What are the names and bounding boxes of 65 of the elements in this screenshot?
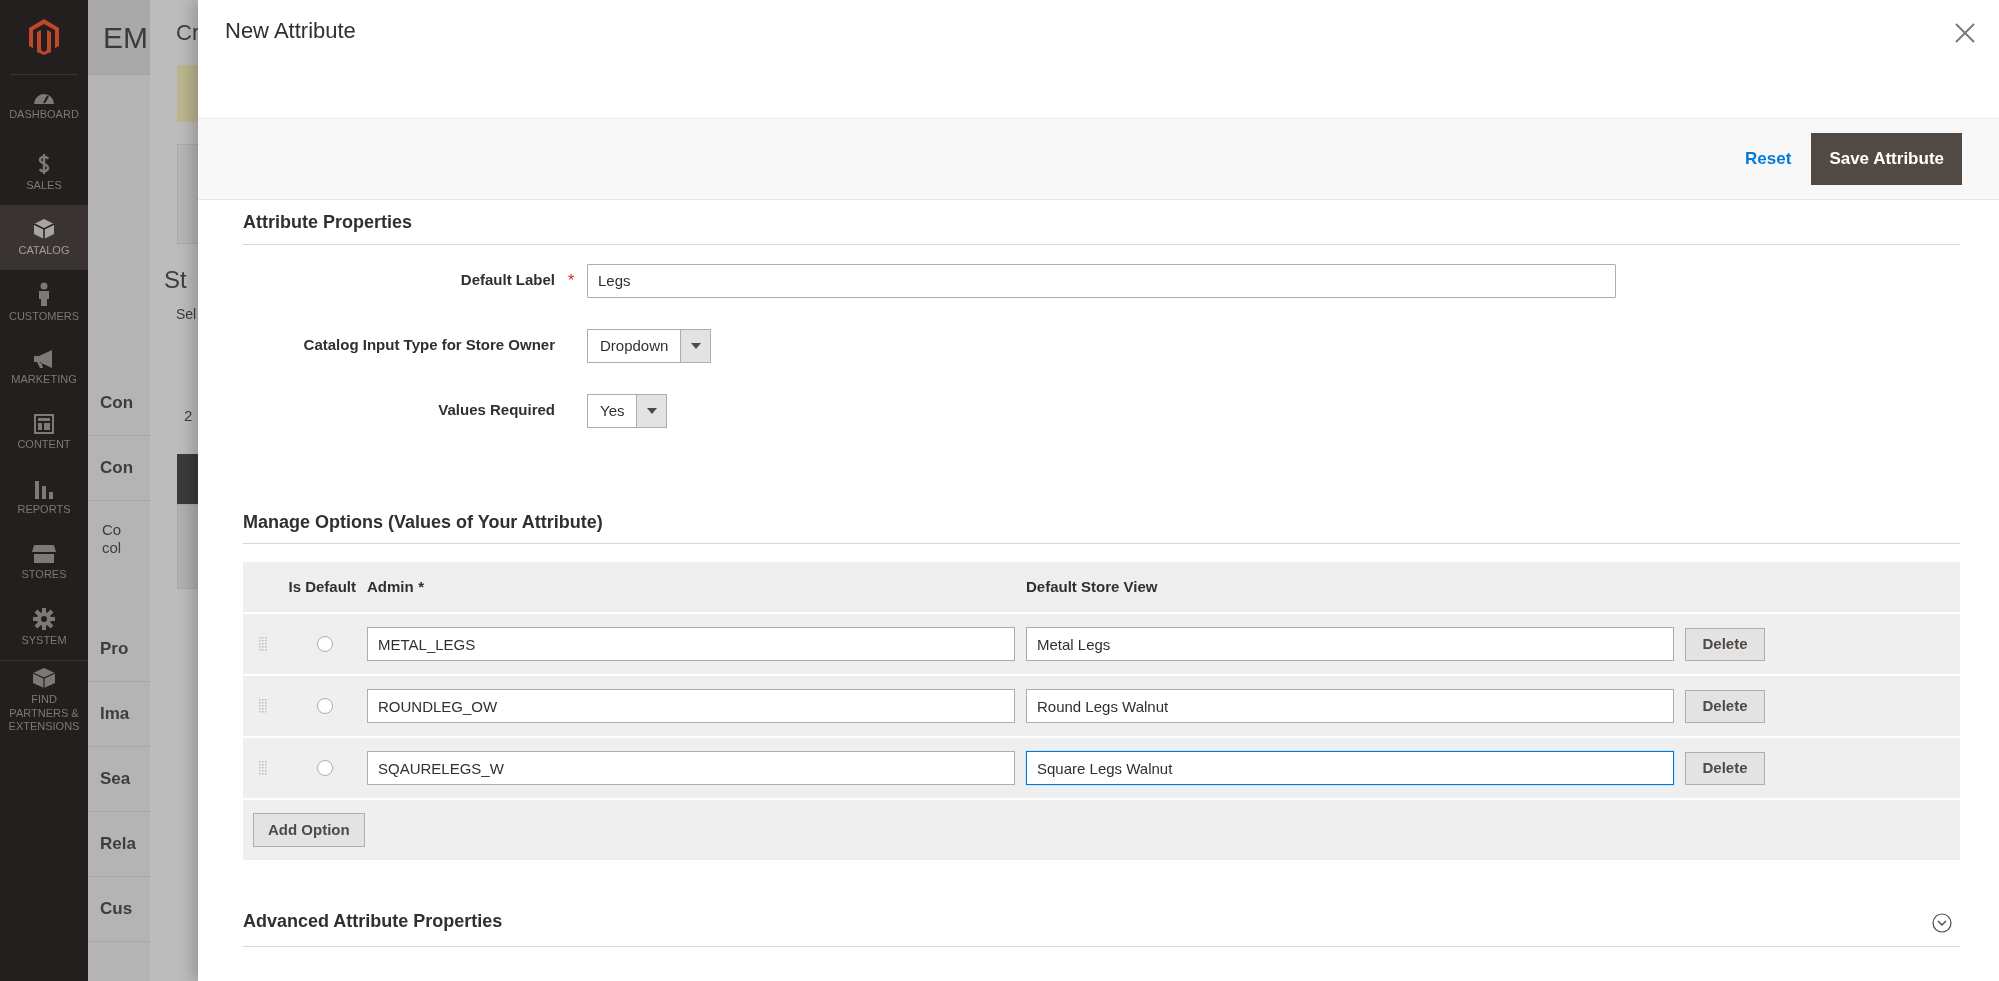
sidebar-item[interactable]: CUSTOMERS xyxy=(0,270,88,335)
section-title: Attribute Properties xyxy=(243,200,1960,245)
text-field[interactable]: ROUNDLEG_OW xyxy=(367,689,1015,724)
sidebar-item[interactable]: REPORTS xyxy=(0,465,88,530)
sidebar-item[interactable]: SYSTEM xyxy=(0,595,88,660)
text-field[interactable]: Legs xyxy=(587,263,1616,298)
dollar-icon xyxy=(37,152,51,175)
column-header: Default Store View xyxy=(1026,578,1158,596)
section-title: Advanced Attribute Properties xyxy=(243,911,503,933)
sidebar-item[interactable]: STORES xyxy=(0,530,88,595)
notice-bar xyxy=(177,65,198,122)
grid-header xyxy=(177,453,198,504)
sidebar-item[interactable]: DASHBOARD xyxy=(0,75,88,140)
field-label: Values Required xyxy=(437,400,555,421)
record-count: 2 xyxy=(183,406,194,426)
sidebar-item[interactable]: CATALOG xyxy=(0,205,88,270)
delete-button[interactable]: Delete xyxy=(1685,689,1765,723)
delete-button[interactable]: Delete xyxy=(1685,751,1765,785)
paragraph-text: col xyxy=(101,539,123,557)
step-description: Sel xyxy=(175,305,198,324)
bar-chart-icon xyxy=(34,478,54,499)
drag-handle-icon[interactable] xyxy=(259,637,267,652)
text-field[interactable]: Metal Legs xyxy=(1026,627,1674,662)
paragraph-text: Co xyxy=(101,521,123,539)
caret-icon xyxy=(690,342,701,349)
reset-link[interactable]: Reset xyxy=(1745,146,1792,172)
sidebar-item[interactable]: MARKETING xyxy=(0,335,88,400)
radio-button[interactable] xyxy=(317,636,333,653)
drag-handle-icon[interactable] xyxy=(259,761,267,776)
modal-title: New Attribute xyxy=(225,18,356,45)
page-title: EM xyxy=(88,0,150,75)
field-label: Default Label xyxy=(459,270,555,291)
sidebar-item[interactable]: CONTENT xyxy=(0,400,88,465)
required-mark: * xyxy=(567,270,575,291)
dropdown[interactable]: Yes xyxy=(587,393,668,428)
gauge-icon xyxy=(34,93,54,104)
field-label: Catalog Input Type for Store Owner xyxy=(302,335,555,356)
storefront-icon xyxy=(31,543,57,564)
layout-icon xyxy=(34,413,54,434)
person-icon xyxy=(37,281,51,306)
blocks-icon xyxy=(32,666,56,689)
sidebar-item[interactable]: SALES xyxy=(0,140,88,205)
section-title: Manage Options (Values of Your Attribute) xyxy=(243,499,1960,545)
radio-button[interactable] xyxy=(317,760,333,777)
text-field[interactable]: Round Legs Walnut xyxy=(1026,689,1674,724)
text-field[interactable]: SQAURELEGS_W xyxy=(367,751,1015,786)
column-header: Admin xyxy=(367,578,414,596)
text-field[interactable]: METAL_LEGS xyxy=(367,627,1015,662)
required-mark: * xyxy=(418,578,424,596)
drag-handle-icon[interactable] xyxy=(259,699,267,714)
close-icon xyxy=(1955,22,1975,43)
box-icon xyxy=(33,217,55,240)
delete-button[interactable]: Delete xyxy=(1685,627,1765,661)
chevron-icon xyxy=(1932,912,1952,933)
modal-title: Cr xyxy=(175,19,198,47)
caret-icon xyxy=(647,407,657,414)
dropdown[interactable]: Dropdown xyxy=(587,328,712,363)
step-heading: St xyxy=(163,265,188,295)
radio-button[interactable] xyxy=(317,698,333,715)
text-field[interactable]: Square Legs Walnut xyxy=(1026,751,1674,786)
add-option-button[interactable]: Add Option xyxy=(253,813,365,848)
save-attribute-button[interactable]: Save Attribute xyxy=(1811,133,1962,185)
column-header: Is Default xyxy=(288,578,356,596)
logo-icon[interactable] xyxy=(29,19,59,55)
gear-icon xyxy=(33,607,55,630)
